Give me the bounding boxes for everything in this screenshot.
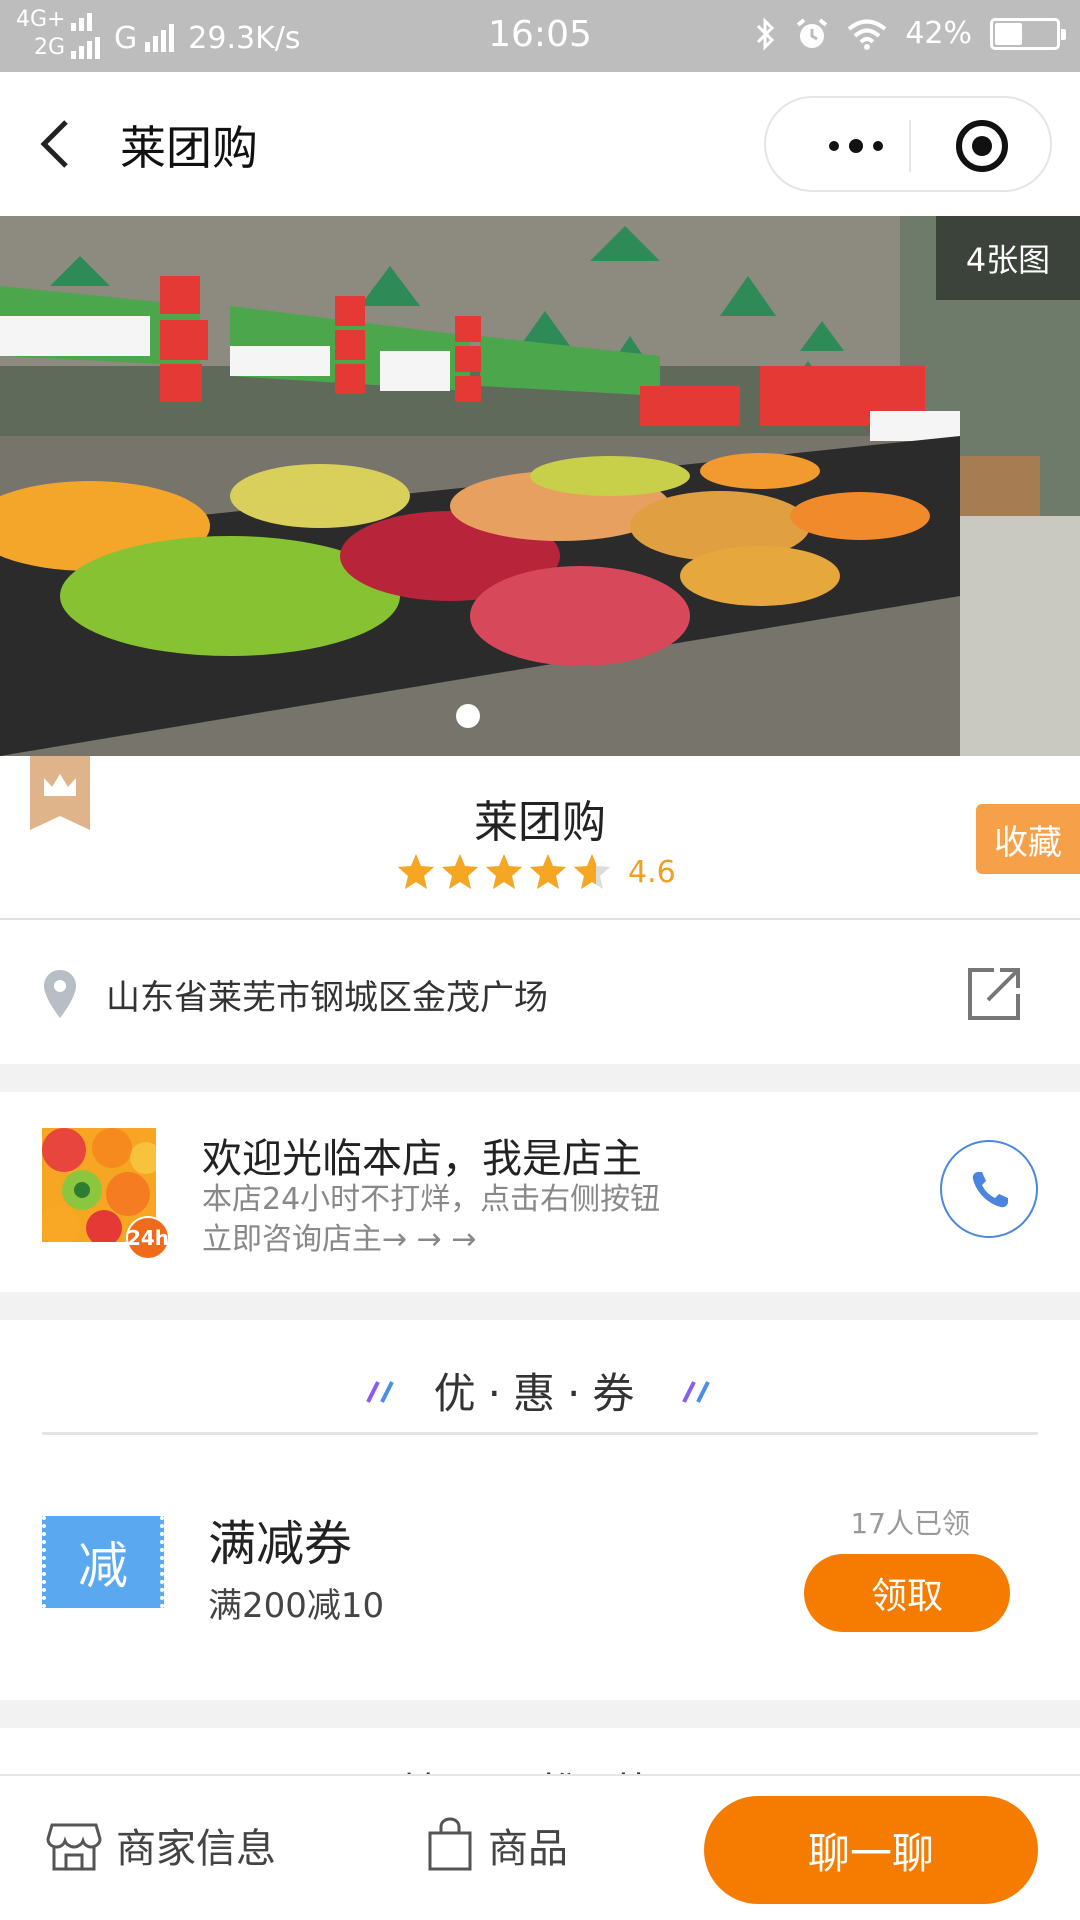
external-link-icon[interactable] [964, 964, 1024, 1024]
owner-description: 本店24小时不打烊，点击右侧按钮 立即咨询店主→ → → [202, 1180, 762, 1260]
page-title: 莱团购 [120, 121, 258, 175]
status-bar: 4G+ 2G G 29.3K/s 16:05 42% [0, 0, 1080, 72]
image-count-badge: 4张图 [936, 216, 1080, 300]
close-target-icon[interactable] [956, 120, 1008, 172]
goods-tab[interactable]: 商品 [426, 1816, 568, 1874]
decor-slash-icon [365, 1380, 394, 1403]
coupon-condition: 满200减10 [208, 1586, 385, 1626]
coupon-claimed-count: 17人已领 [850, 1507, 970, 1540]
store-icon [46, 1823, 102, 1871]
favorite-button[interactable]: 收藏 [976, 804, 1080, 874]
star-rating [396, 852, 612, 892]
address-text: 山东省莱芜市钢城区金茂广场 [106, 978, 548, 1018]
discount-coupon-icon: 减 [42, 1516, 164, 1608]
goods-label: 商品 [488, 1826, 568, 1872]
carousel-indicator [456, 704, 480, 728]
battery-level [995, 22, 1022, 45]
rating: 4.6 [396, 852, 676, 892]
mini-program-capsule [764, 96, 1052, 192]
location-pin-icon [44, 970, 76, 1018]
supermarket-photo [0, 216, 1080, 756]
claim-coupon-button[interactable]: 领取 [804, 1554, 1010, 1632]
banner-carousel[interactable]: 4张图 [0, 216, 1080, 756]
bottom-bar: 商家信息 商品 聊一聊 [0, 1774, 1080, 1920]
star-icon [442, 854, 478, 889]
24h-badge: 24h [126, 1216, 170, 1260]
chat-button[interactable]: 聊一聊 [704, 1796, 1038, 1904]
divider [42, 1432, 1038, 1435]
merchant-info-tab[interactable]: 商家信息 [46, 1816, 276, 1874]
coupon-section: 优·惠·券 减 满减券 满200减10 17人已领 领取 [0, 1320, 1080, 1700]
rating-value: 4.6 [628, 854, 676, 890]
owner-desc-line2: 立即咨询店主→ → → [202, 1222, 477, 1257]
coupon-name: 满减券 [208, 1516, 353, 1572]
merchant-info-label: 商家信息 [116, 1826, 276, 1872]
battery-icon [990, 17, 1066, 50]
shopping-bag-icon [428, 1817, 472, 1871]
battery-percent: 42% [905, 16, 972, 51]
star-icon [530, 854, 566, 889]
coupon-title-text: 优·惠·券 [433, 1369, 647, 1418]
phone-button[interactable] [940, 1140, 1038, 1238]
star-icon [574, 854, 610, 889]
alarm-icon [797, 17, 828, 48]
store-name: 莱团购 [474, 797, 606, 848]
phone-icon [972, 1172, 1008, 1208]
owner-desc-line1: 本店24小时不打烊，点击右侧按钮 [202, 1182, 661, 1217]
back-icon[interactable] [36, 116, 76, 172]
star-icon [398, 854, 434, 889]
more-icon[interactable] [806, 128, 906, 164]
coupon-section-title: 优·惠·券 [0, 1360, 1080, 1421]
owner-card: 24h 欢迎光临本店，我是店主 本店24小时不打烊，点击右侧按钮 立即咨询店主→… [0, 1092, 1080, 1292]
decor-slash-icon [682, 1380, 711, 1403]
wifi-icon [848, 19, 887, 50]
address-row[interactable]: 山东省莱芜市钢城区金茂广场 [0, 920, 1080, 1064]
owner-greeting: 欢迎光临本店，我是店主 [202, 1136, 642, 1182]
bluetooth-icon [757, 16, 775, 51]
star-icon [486, 854, 522, 889]
title-bar: 莱团购 [0, 72, 1080, 216]
capsule-divider [909, 120, 911, 172]
store-card: 莱团购 4.6 收藏 [0, 756, 1080, 920]
